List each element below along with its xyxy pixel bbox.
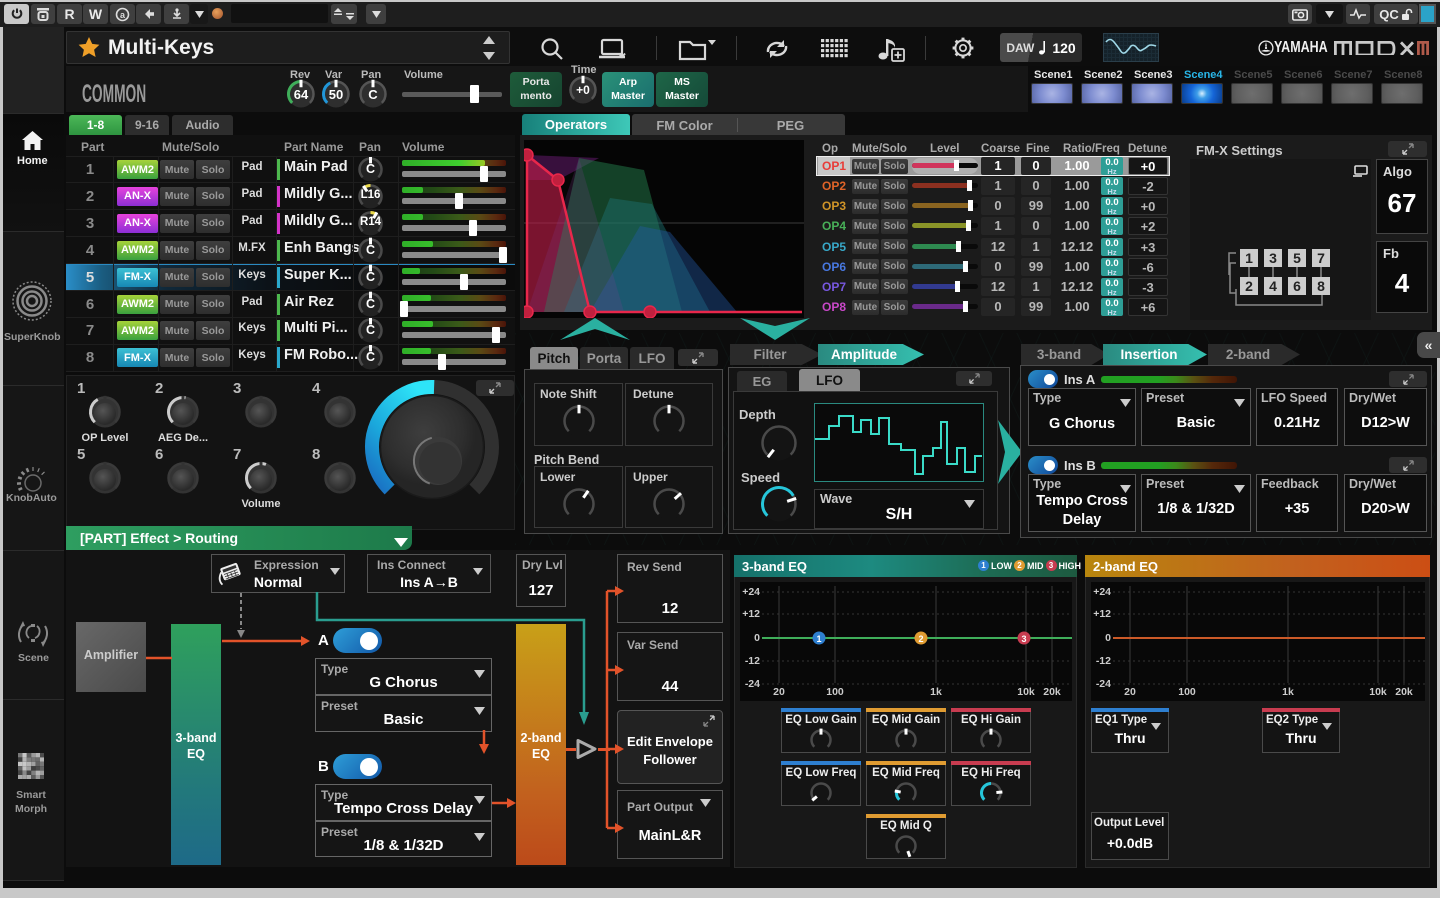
svg-text:2: 2: [918, 634, 923, 644]
svg-text:6: 6: [1293, 278, 1301, 294]
svg-text:4: 4: [1269, 278, 1277, 294]
svg-text:7: 7: [1317, 250, 1325, 266]
svg-text:3: 3: [1021, 634, 1026, 644]
svg-text:2: 2: [1245, 278, 1253, 294]
svg-text:3: 3: [1269, 250, 1277, 266]
svg-text:5: 5: [1293, 250, 1301, 266]
svg-text:a: a: [120, 9, 126, 19]
svg-text:1: 1: [816, 634, 821, 644]
svg-text:8: 8: [1317, 278, 1325, 294]
svg-text:1: 1: [1245, 250, 1253, 266]
